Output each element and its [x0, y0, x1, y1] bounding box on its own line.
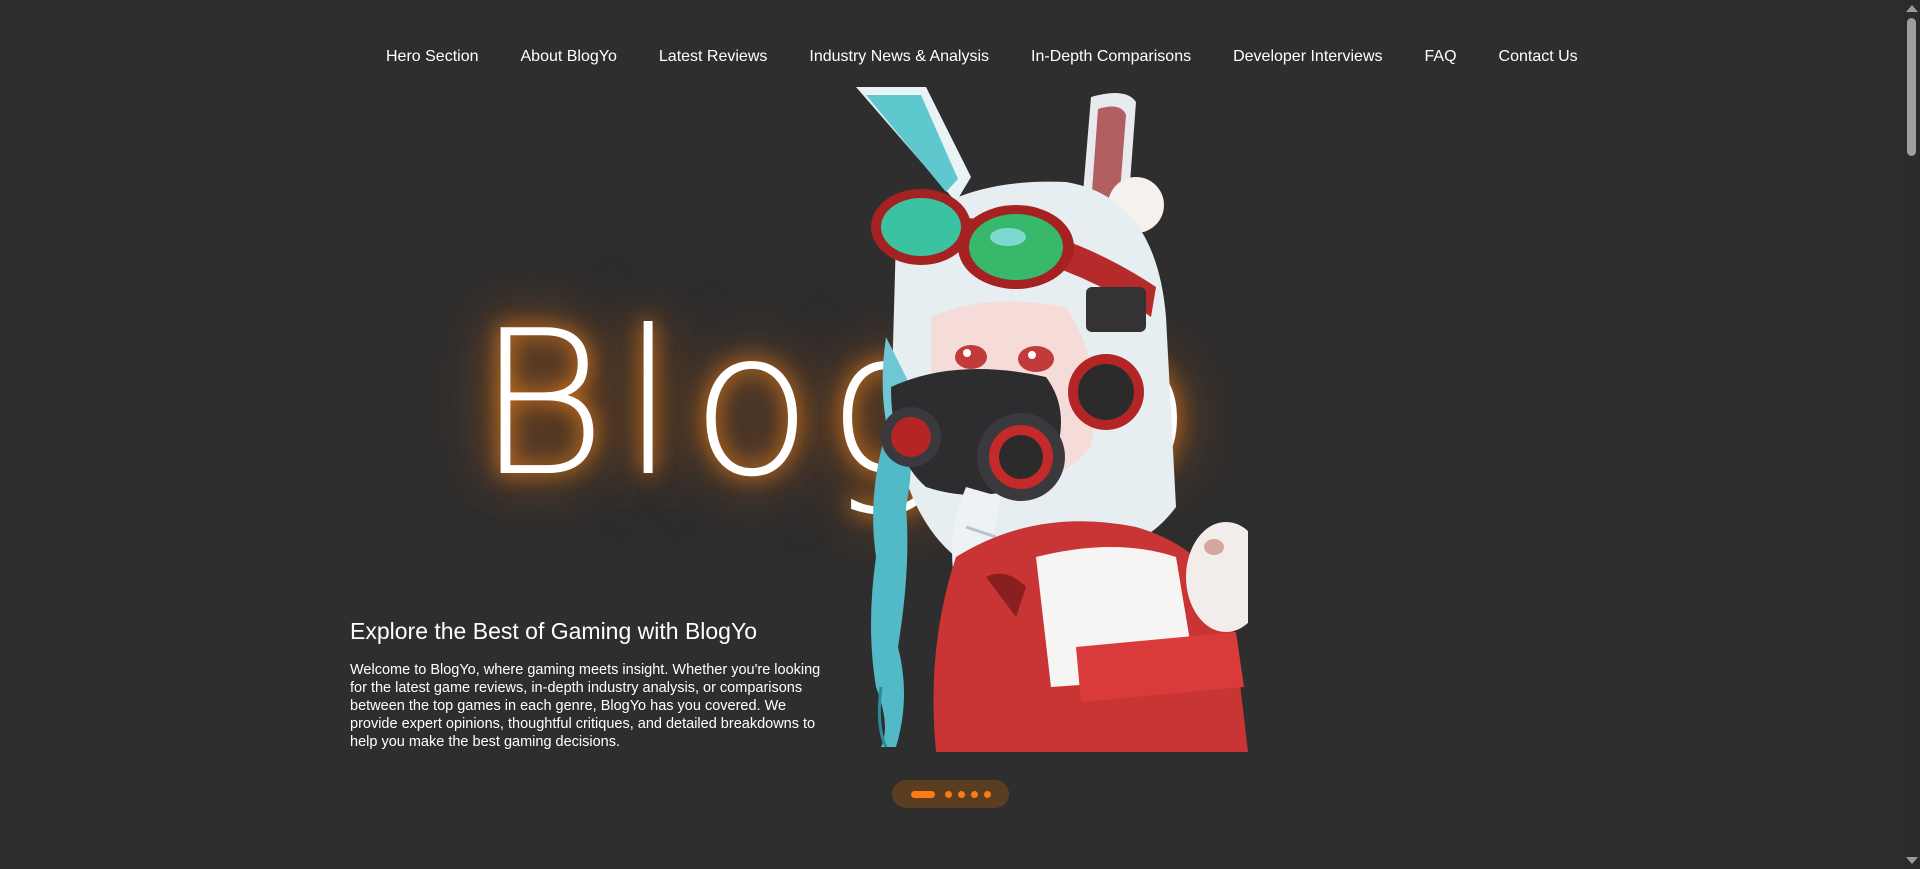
carousel-dot-1[interactable] [910, 790, 935, 798]
carousel-dot-3[interactable] [957, 790, 965, 798]
scroll-down-arrow-icon[interactable] [1906, 857, 1918, 864]
carousel-dot-2[interactable] [944, 790, 952, 798]
hero-heading: Explore the Best of Gaming with BlogYo [350, 618, 757, 644]
nav-link-comparisons[interactable]: In-Depth Comparisons [1031, 47, 1191, 67]
nav-link-developer-interviews[interactable]: Developer Interviews [1233, 47, 1382, 67]
nav-link-about-blogyo[interactable]: About BlogYo [521, 47, 617, 67]
page: Hero Section About BlogYo Latest Reviews… [0, 0, 1920, 869]
nav-link-hero-section[interactable]: Hero Section [386, 47, 479, 67]
scroll-up-arrow-icon[interactable] [1906, 5, 1918, 12]
carousel-dot-4[interactable] [970, 790, 978, 798]
nav-link-faq[interactable]: FAQ [1425, 47, 1457, 67]
nav-link-industry-news[interactable]: Industry News & Analysis [809, 47, 989, 67]
hero-character-illustration [856, 87, 1248, 752]
carousel-dot-5[interactable] [983, 790, 991, 798]
top-nav: Hero Section About BlogYo Latest Reviews… [386, 47, 1578, 67]
scrollbar-thumb[interactable] [1907, 18, 1916, 156]
vertical-scrollbar[interactable] [1903, 0, 1920, 869]
hero-description: Welcome to BlogYo, where gaming meets in… [350, 662, 821, 750]
nav-link-latest-reviews[interactable]: Latest Reviews [659, 47, 768, 67]
carousel-indicator [892, 780, 1009, 808]
nav-link-contact-us[interactable]: Contact Us [1499, 47, 1578, 67]
